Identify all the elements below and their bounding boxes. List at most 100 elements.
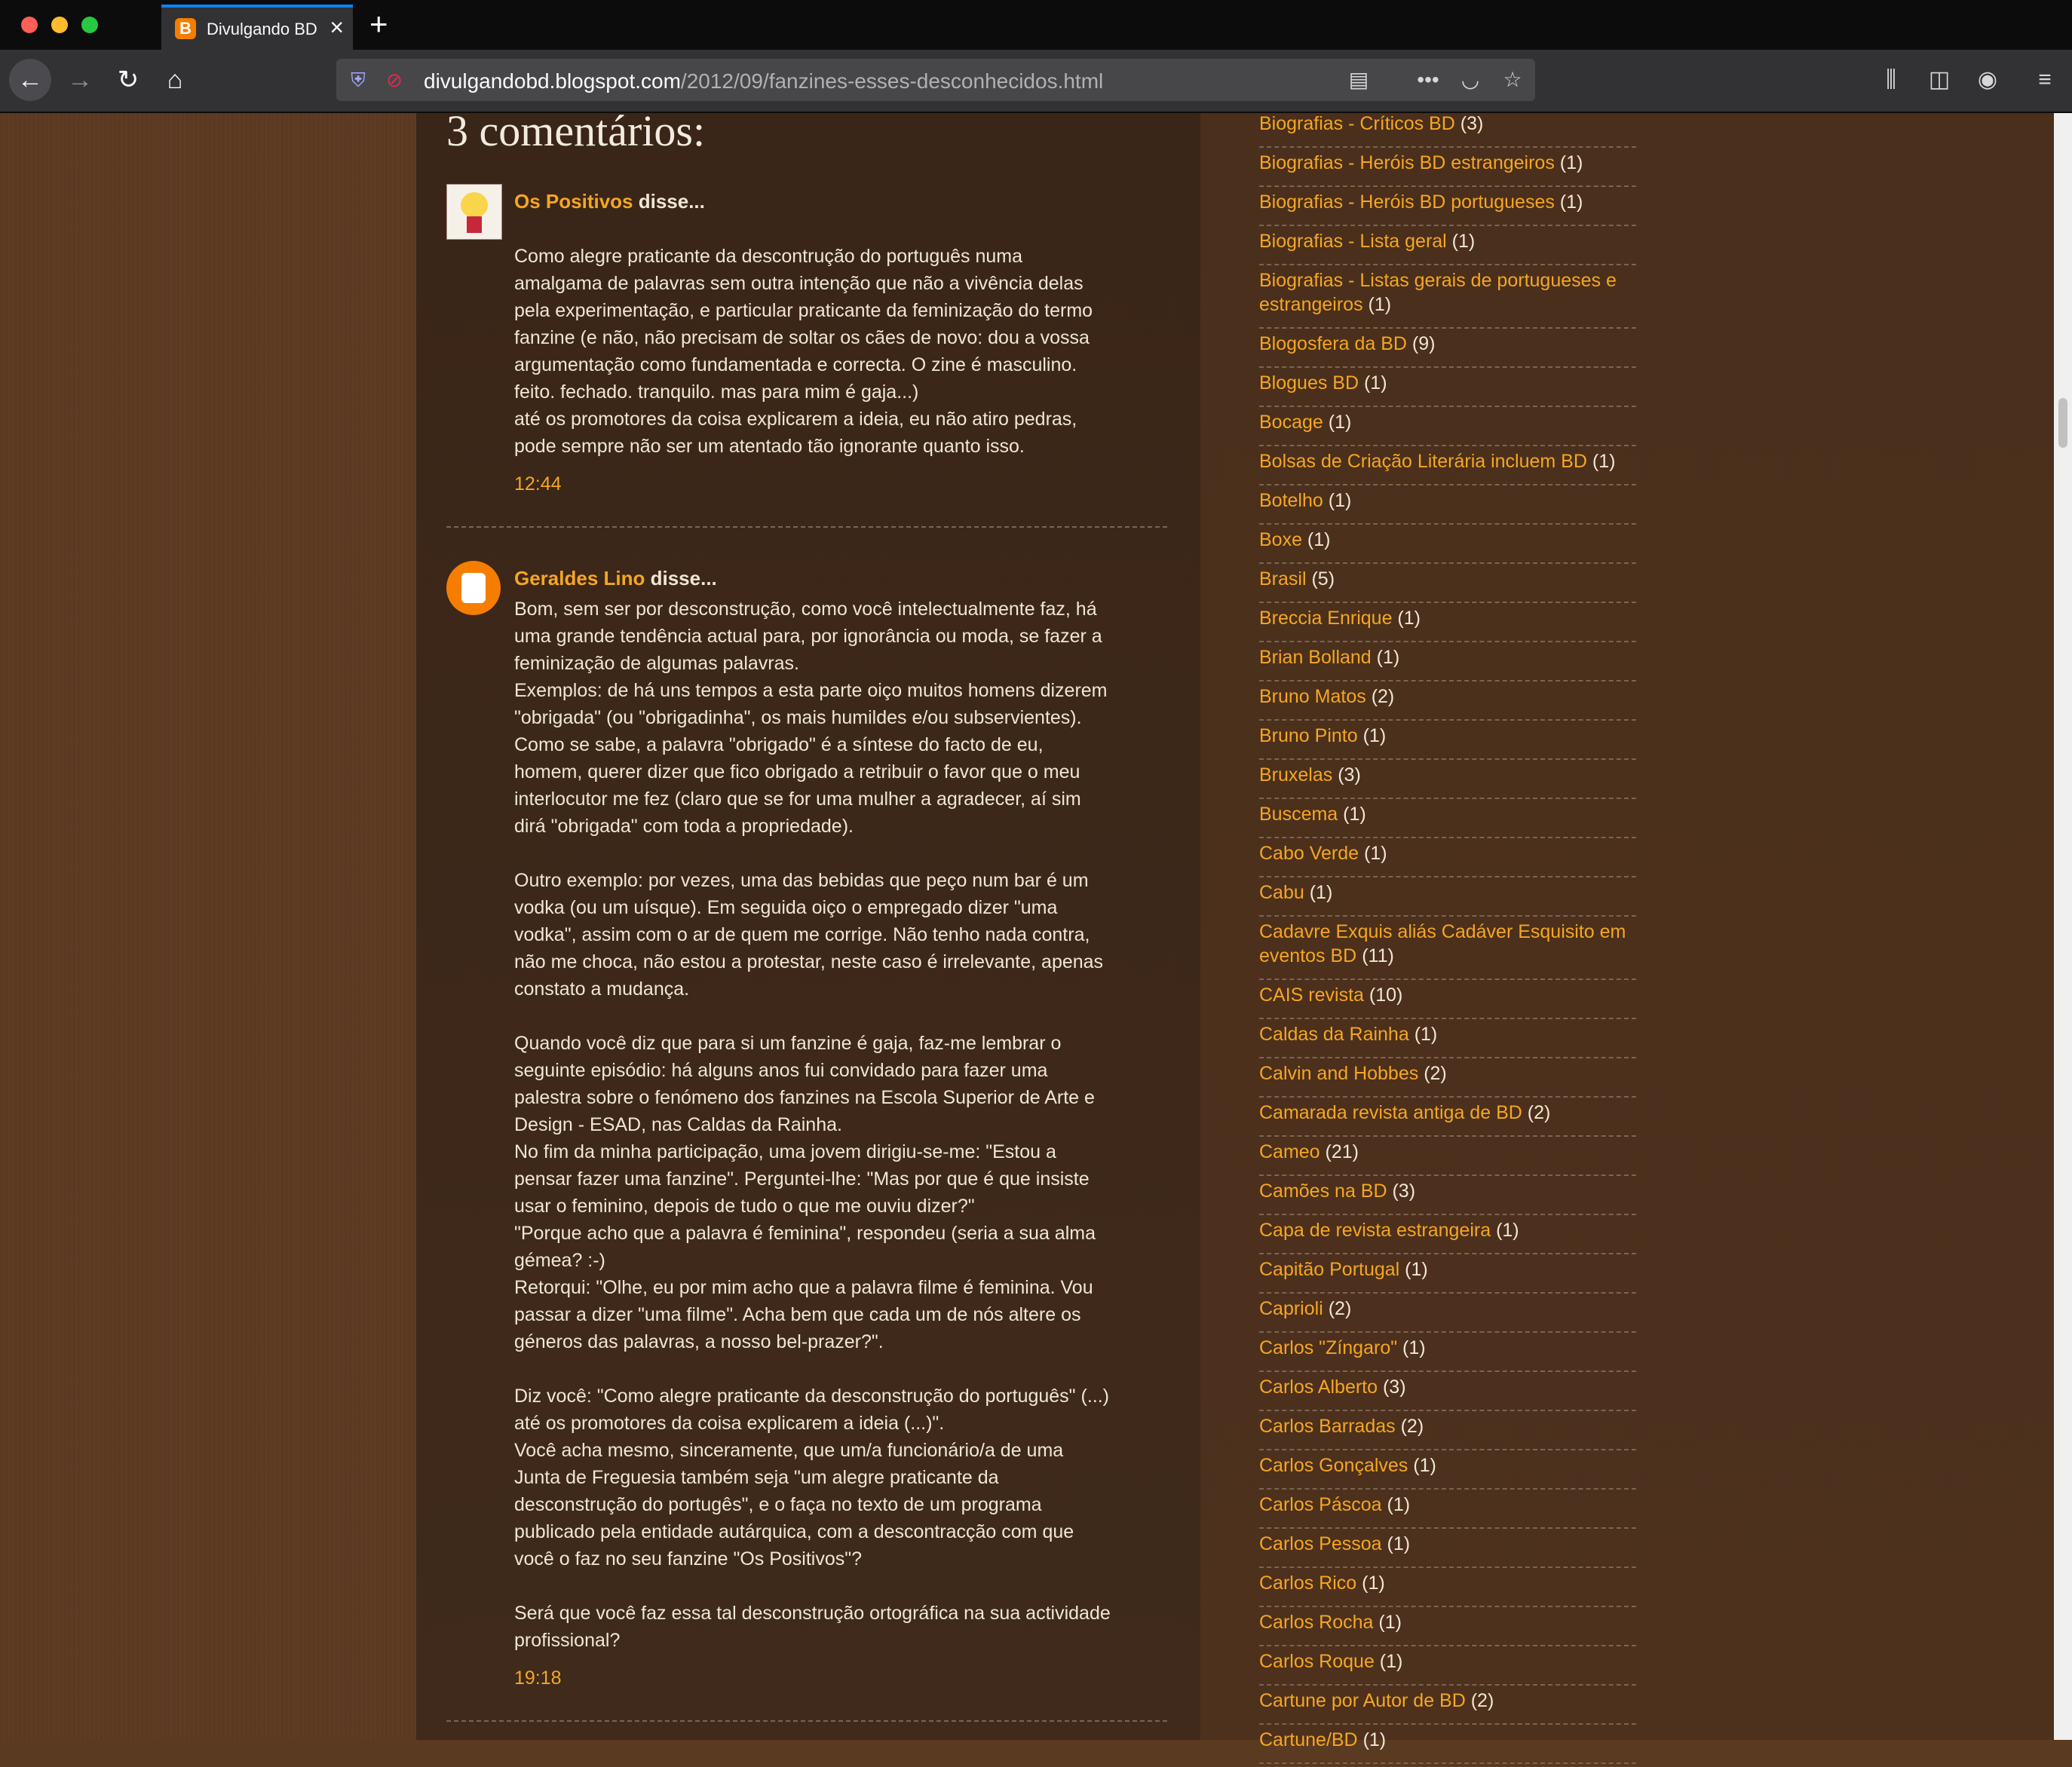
comment-timestamp[interactable]: 19:18 — [514, 1667, 562, 1689]
label-link[interactable]: Biografias - Lista geral — [1259, 231, 1447, 252]
label-item: Carlos "Zíngaro" (1) — [1259, 1336, 1636, 1372]
navigation-toolbar: ← → ↻ ⌂ ⛨ ⊘ divulgandobd.blogspot.com/20… — [0, 50, 2072, 113]
label-count: (1) — [1362, 294, 1392, 315]
label-item: Cadavre Exquis aliás Cadáver Esquisito e… — [1259, 920, 1636, 980]
label-link[interactable]: Breccia Enrique — [1259, 608, 1392, 629]
reload-icon[interactable]: ↻ — [107, 59, 149, 101]
label-link[interactable]: Bruno Pinto — [1259, 725, 1358, 746]
label-link[interactable]: Brasil — [1259, 568, 1307, 590]
comment-text: Bom, sem ser por desconstrução, como voc… — [514, 599, 1111, 1651]
label-link[interactable]: Boxe — [1259, 529, 1302, 550]
label-link[interactable]: Bruno Matos — [1259, 686, 1366, 707]
window-minimize-button[interactable] — [51, 17, 68, 33]
browser-tab[interactable]: B Divulgando BD × — [161, 5, 353, 50]
label-item: Capa de revista estrangeira (1) — [1259, 1218, 1636, 1254]
back-icon[interactable]: ← — [9, 59, 51, 101]
home-icon[interactable]: ⌂ — [154, 59, 196, 101]
comment-text: Como alegre praticante da descontrução d… — [514, 246, 1093, 457]
label-link[interactable]: Cadavre Exquis aliás Cadáver Esquisito e… — [1259, 921, 1626, 966]
label-link[interactable]: Capa de revista estrangeira — [1259, 1220, 1491, 1241]
bookmark-star-icon[interactable]: ☆ — [1497, 66, 1528, 93]
label-link[interactable]: Carlos Alberto — [1259, 1377, 1378, 1398]
label-link[interactable]: Botelho — [1259, 490, 1323, 511]
label-link[interactable]: Buscema — [1259, 804, 1338, 825]
menu-icon[interactable]: ≡ — [2028, 65, 2061, 95]
label-link[interactable]: Bruxelas — [1259, 764, 1332, 786]
label-link[interactable]: Caldas da Rainha — [1259, 1024, 1409, 1045]
label-count: (1) — [1397, 1337, 1426, 1358]
comment-author-link[interactable]: Os Positivos — [514, 190, 633, 213]
blogger-avatar[interactable] — [446, 561, 501, 615]
label-link[interactable]: Carlos Rico — [1259, 1573, 1356, 1594]
label-link[interactable]: Carlos Rocha — [1259, 1612, 1373, 1633]
insecure-lock-icon[interactable]: ⊘ — [383, 68, 406, 92]
label-count: (1) — [1357, 1729, 1387, 1750]
label-link[interactable]: Cabu — [1259, 882, 1304, 903]
label-link[interactable]: Biografias - Listas gerais de portuguese… — [1259, 270, 1617, 315]
label-link[interactable]: Carlos Páscoa — [1259, 1494, 1382, 1515]
url-text[interactable]: divulgandobd.blogspot.com/2012/09/fanzin… — [424, 69, 1103, 93]
label-link[interactable]: Biografias - Críticos BD — [1259, 113, 1455, 134]
label-link[interactable]: Carlos "Zíngaro" — [1259, 1337, 1397, 1358]
more-actions-icon[interactable]: ••• — [1413, 66, 1443, 93]
forward-icon[interactable]: → — [59, 59, 101, 101]
label-count: (1) — [1323, 412, 1352, 433]
label-link[interactable]: Bolsas de Criação Literária incluem BD — [1259, 451, 1587, 472]
label-link[interactable]: Cameo — [1259, 1141, 1320, 1162]
label-link[interactable]: Camarada revista antiga de BD — [1259, 1102, 1522, 1123]
label-link[interactable]: Capitão Portugal — [1259, 1259, 1399, 1280]
library-icon[interactable]: ⫼ — [1874, 65, 1908, 95]
label-count: (1) — [1381, 1533, 1411, 1554]
account-icon[interactable]: ◉ — [1971, 65, 2004, 95]
label-item: Brasil (5) — [1259, 567, 1636, 603]
comment: Os Positivos disse... Como alegre pratic… — [446, 184, 1170, 501]
label-link[interactable]: Cartune/BD — [1259, 1729, 1358, 1750]
label-item: Biografias - Críticos BD (3) — [1259, 112, 1636, 148]
label-link[interactable]: CAIS revista — [1259, 985, 1364, 1006]
comment-body: Como alegre praticante da descontrução d… — [514, 243, 1163, 460]
comment: Geraldes Lino disse... Bom, sem ser por … — [446, 561, 1170, 1692]
label-link[interactable]: Biografias - Heróis BD estrangeiros — [1259, 152, 1555, 173]
label-link[interactable]: Camões na BD — [1259, 1181, 1387, 1202]
label-link[interactable]: Bocage — [1259, 412, 1323, 433]
label-link[interactable]: Carlos Roque — [1259, 1651, 1375, 1672]
comment-said: disse... — [633, 190, 705, 213]
comment-author-line: Os Positivos disse... — [514, 190, 705, 213]
new-tab-icon[interactable]: + — [369, 6, 388, 42]
tab-close-icon[interactable]: × — [329, 14, 344, 41]
label-count: (1) — [1374, 1651, 1403, 1672]
comment-author-link[interactable]: Geraldes Lino — [514, 567, 645, 590]
page-scrollbar[interactable] — [2054, 113, 2072, 1740]
label-item: Bruxelas (3) — [1259, 763, 1636, 799]
reader-view-icon[interactable]: ▤ — [1344, 66, 1374, 93]
window-maximize-button[interactable] — [81, 17, 98, 33]
label-link[interactable]: Caprioli — [1259, 1298, 1323, 1319]
label-link[interactable]: Carlos Barradas — [1259, 1416, 1396, 1437]
label-count: (21) — [1320, 1141, 1359, 1162]
avatar[interactable] — [446, 184, 502, 240]
label-link[interactable]: Biografias - Heróis BD portugueses — [1259, 191, 1555, 213]
label-link[interactable]: Brian Bolland — [1259, 647, 1372, 668]
label-link[interactable]: Carlos Pessoa — [1259, 1533, 1382, 1554]
label-item: Carlos Alberto (3) — [1259, 1375, 1636, 1411]
scrollbar-thumb[interactable] — [2058, 398, 2067, 448]
label-link[interactable]: Cartune por Autor de BD — [1259, 1690, 1466, 1711]
label-link[interactable]: Cabo Verde — [1259, 843, 1359, 864]
label-link[interactable]: Calvin and Hobbes — [1259, 1063, 1418, 1084]
label-link[interactable]: Blogues BD — [1259, 372, 1359, 394]
comment-timestamp[interactable]: 12:44 — [514, 473, 562, 495]
label-count: (3) — [1454, 113, 1484, 134]
label-count: (1) — [1338, 804, 1366, 825]
tracking-shield-icon[interactable]: ⛨ — [347, 68, 369, 92]
sidebar-icon[interactable]: ◫ — [1923, 65, 1956, 95]
label-item: Calvin and Hobbes (2) — [1259, 1061, 1636, 1098]
address-bar[interactable]: ⛨ ⊘ divulgandobd.blogspot.com/2012/09/fa… — [336, 59, 1535, 101]
label-item: Boxe (1) — [1259, 528, 1636, 564]
pocket-icon[interactable]: ◡ — [1455, 66, 1485, 93]
label-count: (1) — [1554, 191, 1583, 213]
label-item: Buscema (1) — [1259, 802, 1636, 838]
label-link[interactable]: Blogosfera da BD — [1259, 333, 1407, 354]
label-link[interactable]: Carlos Gonçalves — [1259, 1455, 1408, 1476]
label-count: (1) — [1408, 1455, 1436, 1476]
window-close-button[interactable] — [21, 17, 38, 33]
